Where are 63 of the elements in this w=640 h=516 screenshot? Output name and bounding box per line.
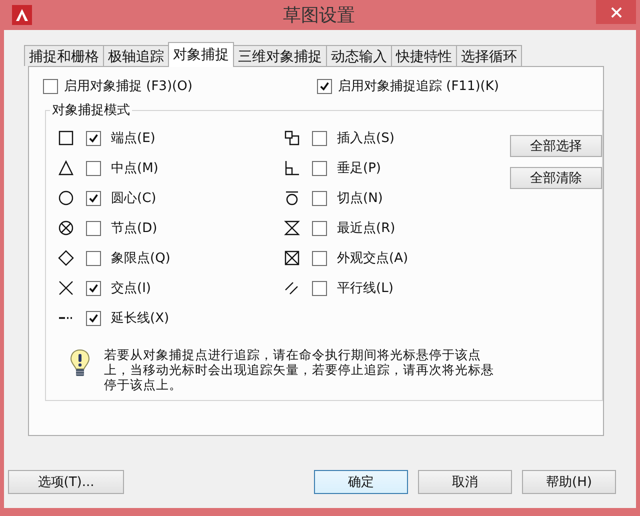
perpendicular-marker-icon <box>284 160 300 176</box>
tangent-marker-icon <box>284 190 300 206</box>
checkbox[interactable] <box>312 160 327 176</box>
checkbox[interactable] <box>86 130 101 146</box>
nearest-marker-icon <box>284 220 300 236</box>
checkbox[interactable] <box>312 250 327 266</box>
square-marker-icon <box>58 130 74 146</box>
checkbox[interactable] <box>312 130 327 146</box>
diamond-marker-icon <box>58 250 74 266</box>
checkbox-label: 中点(M) <box>111 160 158 177</box>
tab[interactable]: 快捷特性 <box>391 45 457 66</box>
checkbox-label: 平行线(L) <box>337 280 394 297</box>
tab[interactable]: 捕捉和栅格 <box>24 45 104 66</box>
parallel-marker-icon <box>284 280 300 296</box>
window-title: 草图设置 <box>282 4 356 27</box>
close-icon <box>610 6 622 18</box>
checkbox-label: 端点(E) <box>111 130 156 147</box>
app-logo-icon <box>12 5 32 25</box>
tab[interactable]: 极轴追踪 <box>103 45 169 66</box>
tab[interactable]: 动态输入 <box>326 45 392 66</box>
dialog-button[interactable]: 取消 <box>418 470 512 494</box>
checkbox[interactable] <box>43 78 58 94</box>
checkbox-label: 最近点(R) <box>337 220 396 237</box>
select-button[interactable]: 全部选择 <box>510 135 602 157</box>
select-button[interactable]: 全部清除 <box>510 167 602 189</box>
checkbox-label: 交点(I) <box>111 280 151 297</box>
checkbox[interactable] <box>86 190 101 206</box>
extension-marker-icon <box>58 316 74 320</box>
checkbox[interactable] <box>312 280 327 296</box>
checkbox[interactable] <box>86 220 101 236</box>
tab[interactable]: 选择循环 <box>456 45 522 66</box>
checkbox-label: 象限点(Q) <box>111 250 170 267</box>
checkbox-label: 延长线(X) <box>111 310 170 327</box>
checkbox[interactable] <box>86 250 101 266</box>
checkbox-label: 节点(D) <box>111 220 158 237</box>
circle-marker-icon <box>58 190 74 206</box>
checkbox-label: 插入点(S) <box>337 130 394 147</box>
triangle-marker-icon <box>58 160 74 176</box>
checkbox-label: 圆心(C) <box>111 190 156 207</box>
checkbox-label: 切点(N) <box>337 190 383 207</box>
close-button[interactable] <box>596 0 636 24</box>
checkbox[interactable] <box>312 190 327 206</box>
group-title: 对象捕捉模式 <box>51 102 131 119</box>
cross-marker-icon <box>58 280 74 296</box>
circle-x-marker-icon <box>58 220 74 236</box>
checkbox-label: 外观交点(A) <box>337 250 408 267</box>
insertion-marker-icon <box>284 130 300 146</box>
options-button[interactable]: 选项(T)... <box>8 470 124 494</box>
checkbox-label: 垂足(P) <box>337 160 381 177</box>
tip-text: 若要从对象捕捉点进行追踪，请在命令执行期间将光标悬停于该点上，当移动光标时会出现追踪矢量，若要停止追踪，请再次将光标悬停于该点上。 <box>104 347 495 392</box>
checkbox[interactable] <box>86 280 101 296</box>
checkbox-label: 启用对象捕捉追踪 (F11)(K) <box>338 78 499 95</box>
dialog-button[interactable]: 帮助(H) <box>522 470 616 494</box>
checkbox[interactable] <box>86 160 101 176</box>
tab[interactable]: 三维对象捕捉 <box>233 45 327 66</box>
dialog-button[interactable]: 确定 <box>314 470 408 494</box>
checkbox[interactable] <box>317 78 332 94</box>
checkbox-label: 启用对象捕捉 (F3)(O) <box>64 78 192 95</box>
lightbulb-icon <box>70 349 90 379</box>
checkbox[interactable] <box>86 310 101 326</box>
checkbox[interactable] <box>312 220 327 236</box>
tab[interactable]: 对象捕捉 <box>168 42 234 67</box>
square-x-marker-icon <box>284 250 300 266</box>
